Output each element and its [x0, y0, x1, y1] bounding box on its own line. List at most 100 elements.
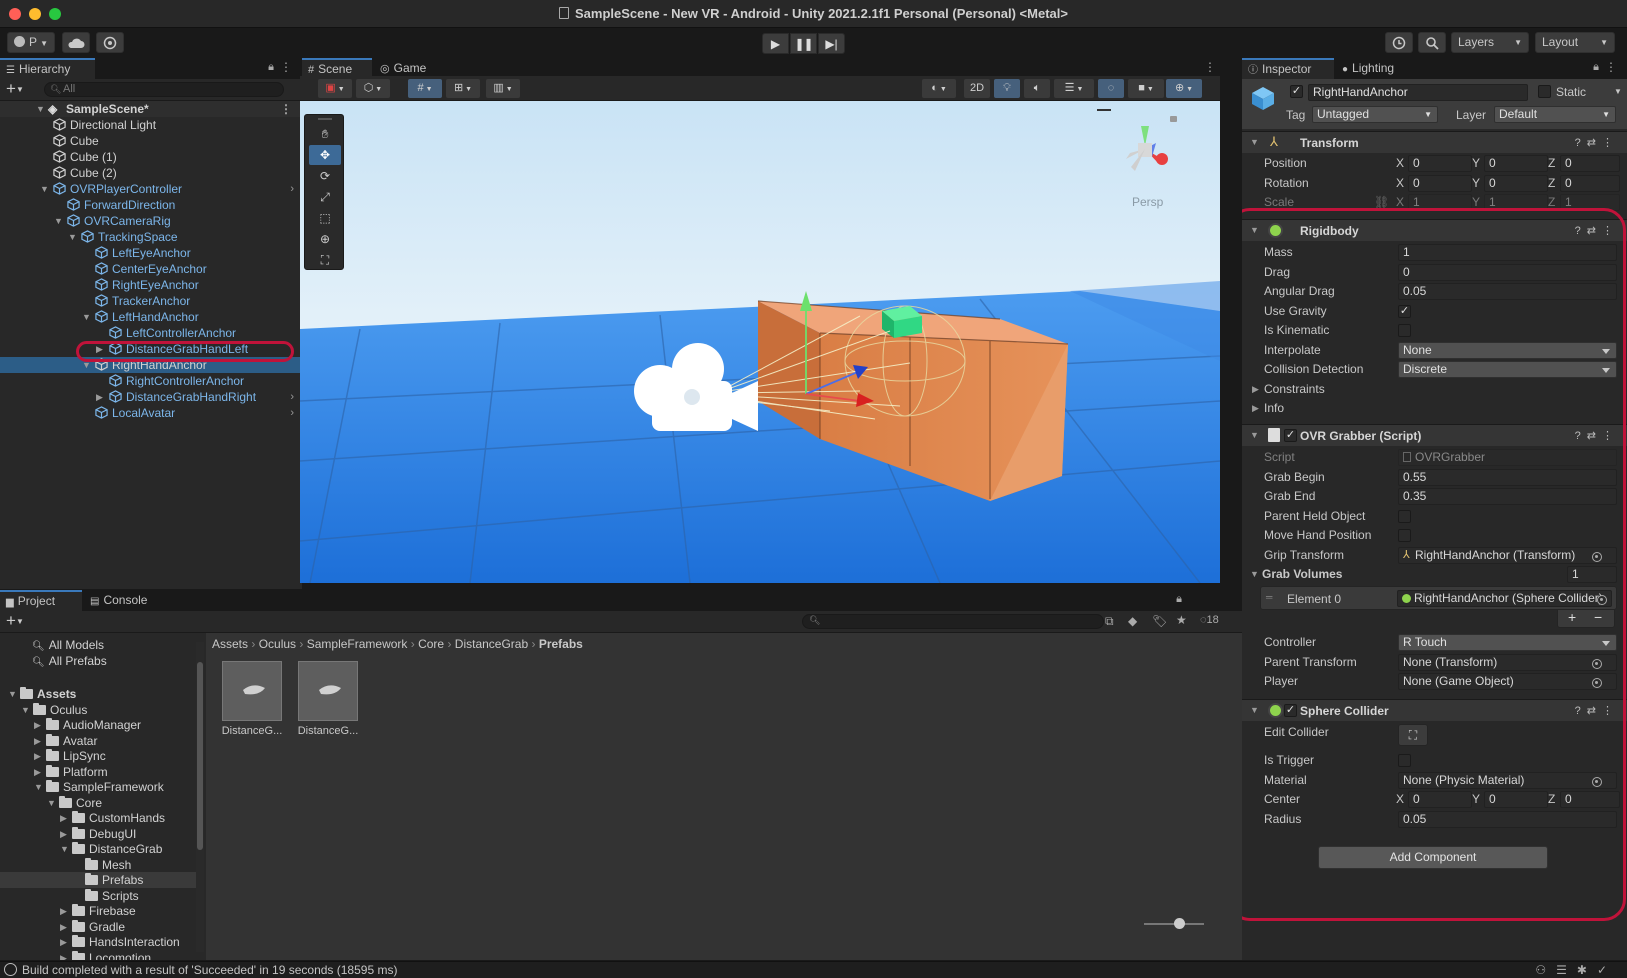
component-actions[interactable]: ?⇄⋮ [1575, 136, 1619, 149]
hierarchy-item[interactable]: Cube (2) [0, 165, 302, 181]
object-picker-icon[interactable] [1592, 678, 1602, 688]
sphere-collider-enabled-checkbox[interactable]: ✓ [1284, 704, 1297, 717]
center-x-input[interactable]: 0 [1408, 791, 1472, 808]
folder-tree-item[interactable]: ▼ Assets [0, 686, 196, 702]
player-field[interactable]: None (Game Object) [1398, 673, 1617, 690]
cloud-button[interactable] [62, 32, 90, 53]
hand-tool-button[interactable]: ✋︎ [309, 124, 341, 144]
prefab-open-arrow-icon[interactable]: › [290, 181, 294, 197]
folder-tree-item[interactable]: ▶ HandsInteraction [0, 934, 196, 950]
ovr-grabber-component-header[interactable]: ▼ ✓ OVR Grabber (Script) ?⇄⋮ [1242, 424, 1627, 446]
folder-tree-item[interactable]: ▶ Locomotion [0, 950, 196, 961]
filter-type-icon[interactable]: ◆ [1128, 614, 1137, 628]
hierarchy-item[interactable]: ▼ LeftHandAnchor [0, 309, 302, 325]
tree-scrollbar-thumb[interactable] [197, 662, 203, 850]
rect-tool-button[interactable]: ⬚ [309, 208, 341, 228]
scene-viewport[interactable]: Persp [300, 101, 1220, 583]
network-icon[interactable]: ⚇ [1535, 963, 1556, 977]
folder-tree-item[interactable]: ▶ Avatar [0, 733, 196, 749]
hierarchy-item[interactable]: LeftEyeAnchor [0, 245, 302, 261]
grab-volumes-size-input[interactable]: 1 [1567, 566, 1617, 583]
expand-arrow-icon[interactable]: ▼ [1250, 430, 1259, 440]
expand-arrow-icon[interactable]: ▶ [34, 717, 41, 733]
tab-lighting[interactable]: ● Lighting [1336, 58, 1416, 79]
expand-arrow-icon[interactable]: ▼ [68, 229, 77, 245]
add-element-button[interactable]: + [1568, 609, 1576, 625]
expand-arrow-icon[interactable]: ▼ [82, 309, 91, 325]
folder-tree-item[interactable]: ▶ CustomHands [0, 810, 196, 826]
row-menu-icon[interactable]: ⋮ [280, 101, 292, 117]
remove-element-button[interactable]: − [1594, 609, 1602, 625]
element-0-field[interactable]: RightHandAnchor (Sphere Collider) [1397, 590, 1612, 607]
center-z-input[interactable]: 0 [1560, 791, 1620, 808]
drag-input[interactable]: 0 [1398, 264, 1617, 281]
preset-icon[interactable]: ⇄ [1587, 705, 1602, 717]
hierarchy-item[interactable]: Cube [0, 133, 302, 149]
rotation-y-input[interactable]: 0 [1484, 175, 1548, 192]
grabber-enabled-checkbox[interactable]: ✓ [1284, 429, 1297, 442]
object-name-input[interactable]: RightHandAnchor [1308, 84, 1528, 101]
gizmos-dropdown[interactable]: ⊕ ▼ [1166, 79, 1202, 98]
bug-icon[interactable]: ✱ [1577, 963, 1597, 977]
asset-tile[interactable]: DistanceG... [220, 661, 284, 751]
hierarchy-item[interactable]: Cube (1) [0, 149, 302, 165]
folder-tree-item[interactable]: Scripts [0, 888, 196, 904]
axis-x-label[interactable]: X [1396, 156, 1404, 170]
rotation-x-input[interactable]: 0 [1408, 175, 1472, 192]
hierarchy-item[interactable]: Directional Light [0, 117, 302, 133]
pause-button[interactable]: ❚❚ [790, 33, 817, 54]
transform-tool-button[interactable]: ⊕ [309, 229, 341, 249]
sphere-collider-component-header[interactable]: ▼ ✓ Sphere Collider ?⇄⋮ [1242, 699, 1627, 721]
add-component-button[interactable]: Add Component [1318, 846, 1548, 869]
expand-arrow-icon[interactable]: ▼ [36, 101, 45, 117]
label-icon[interactable]: 🏷︎ [1152, 614, 1167, 628]
expand-arrow-icon[interactable]: ▼ [34, 779, 43, 795]
axis-z-label[interactable]: Z [1548, 792, 1555, 806]
tree-scrollbar[interactable] [196, 642, 204, 952]
prefab-open-arrow-icon[interactable]: › [290, 389, 294, 405]
expand-arrow-icon[interactable]: ▼ [1250, 705, 1259, 715]
expand-arrow-icon[interactable]: ▶ [96, 341, 103, 357]
snap-toggle[interactable]: # ▼ [408, 79, 442, 98]
expand-arrow-icon[interactable]: ▶ [60, 826, 67, 842]
transform-component-header[interactable]: ▼ ⅄ Transform ?⇄⋮ [1242, 131, 1627, 153]
breadcrumb-item[interactable]: Assets [212, 637, 248, 651]
custom-tool-button[interactable]: ⛶ [309, 250, 341, 270]
axis-z-label[interactable]: Z [1548, 156, 1555, 170]
tab-inspector[interactable]: ⓘ Inspector [1242, 58, 1334, 79]
search-button[interactable] [1418, 32, 1446, 53]
breadcrumb-item[interactable]: Core [418, 637, 444, 651]
position-y-input[interactable]: 0 [1484, 155, 1548, 172]
check-icon[interactable]: ✓ [1597, 963, 1617, 977]
2d-toggle[interactable]: 2D [964, 79, 990, 98]
hidden-packages-icon[interactable]: ◌18 [1200, 614, 1219, 626]
grab-begin-input[interactable]: 0.55 [1398, 469, 1617, 486]
hierarchy-search-input[interactable]: 🔍︎ All [44, 82, 284, 97]
material-field[interactable]: None (Physic Material) [1398, 772, 1617, 789]
grab-volumes-row[interactable]: ▼ Grab Volumes 1 [1242, 565, 1627, 584]
layers-dropdown[interactable]: Layers ▼ [1451, 32, 1529, 53]
expand-arrow-icon[interactable]: ▼ [1250, 569, 1259, 579]
rotate-tool-button[interactable]: ⟳ [309, 166, 341, 186]
reorder-handle-icon[interactable]: ═ [1266, 592, 1272, 602]
lock-icon[interactable]: 🔒︎ [1593, 61, 1599, 74]
expand-arrow-icon[interactable]: ▶ [60, 950, 67, 961]
expand-arrow-icon[interactable]: ▶ [1252, 403, 1259, 414]
object-picker-icon[interactable] [1597, 595, 1607, 605]
axis-x-label[interactable]: X [1396, 176, 1404, 190]
favorite-all-prefabs[interactable]: 🔍︎ All Prefabs [32, 653, 107, 669]
scene-canvas[interactable] [300, 101, 1220, 583]
breadcrumb-item[interactable]: DistanceGrab [455, 637, 528, 651]
shading-mode-dropdown[interactable]: ◐ ▼ [922, 79, 956, 98]
expand-arrow-icon[interactable]: ▼ [47, 795, 56, 811]
expand-arrow-icon[interactable]: ▶ [34, 764, 41, 780]
position-z-input[interactable]: 0 [1560, 155, 1620, 172]
is-kinematic-checkbox[interactable] [1398, 324, 1411, 337]
hierarchy-item[interactable]: ▼ RightHandAnchor [0, 357, 302, 373]
panel-menu-icon[interactable]: ⋮ [280, 60, 292, 74]
preset-icon[interactable]: ⇄ [1587, 137, 1602, 149]
help-icon[interactable]: ? [1575, 225, 1587, 237]
axis-z-label[interactable]: Z [1548, 176, 1555, 190]
position-x-input[interactable]: 0 [1408, 155, 1472, 172]
component-menu-icon[interactable]: ⋮ [1602, 137, 1619, 149]
